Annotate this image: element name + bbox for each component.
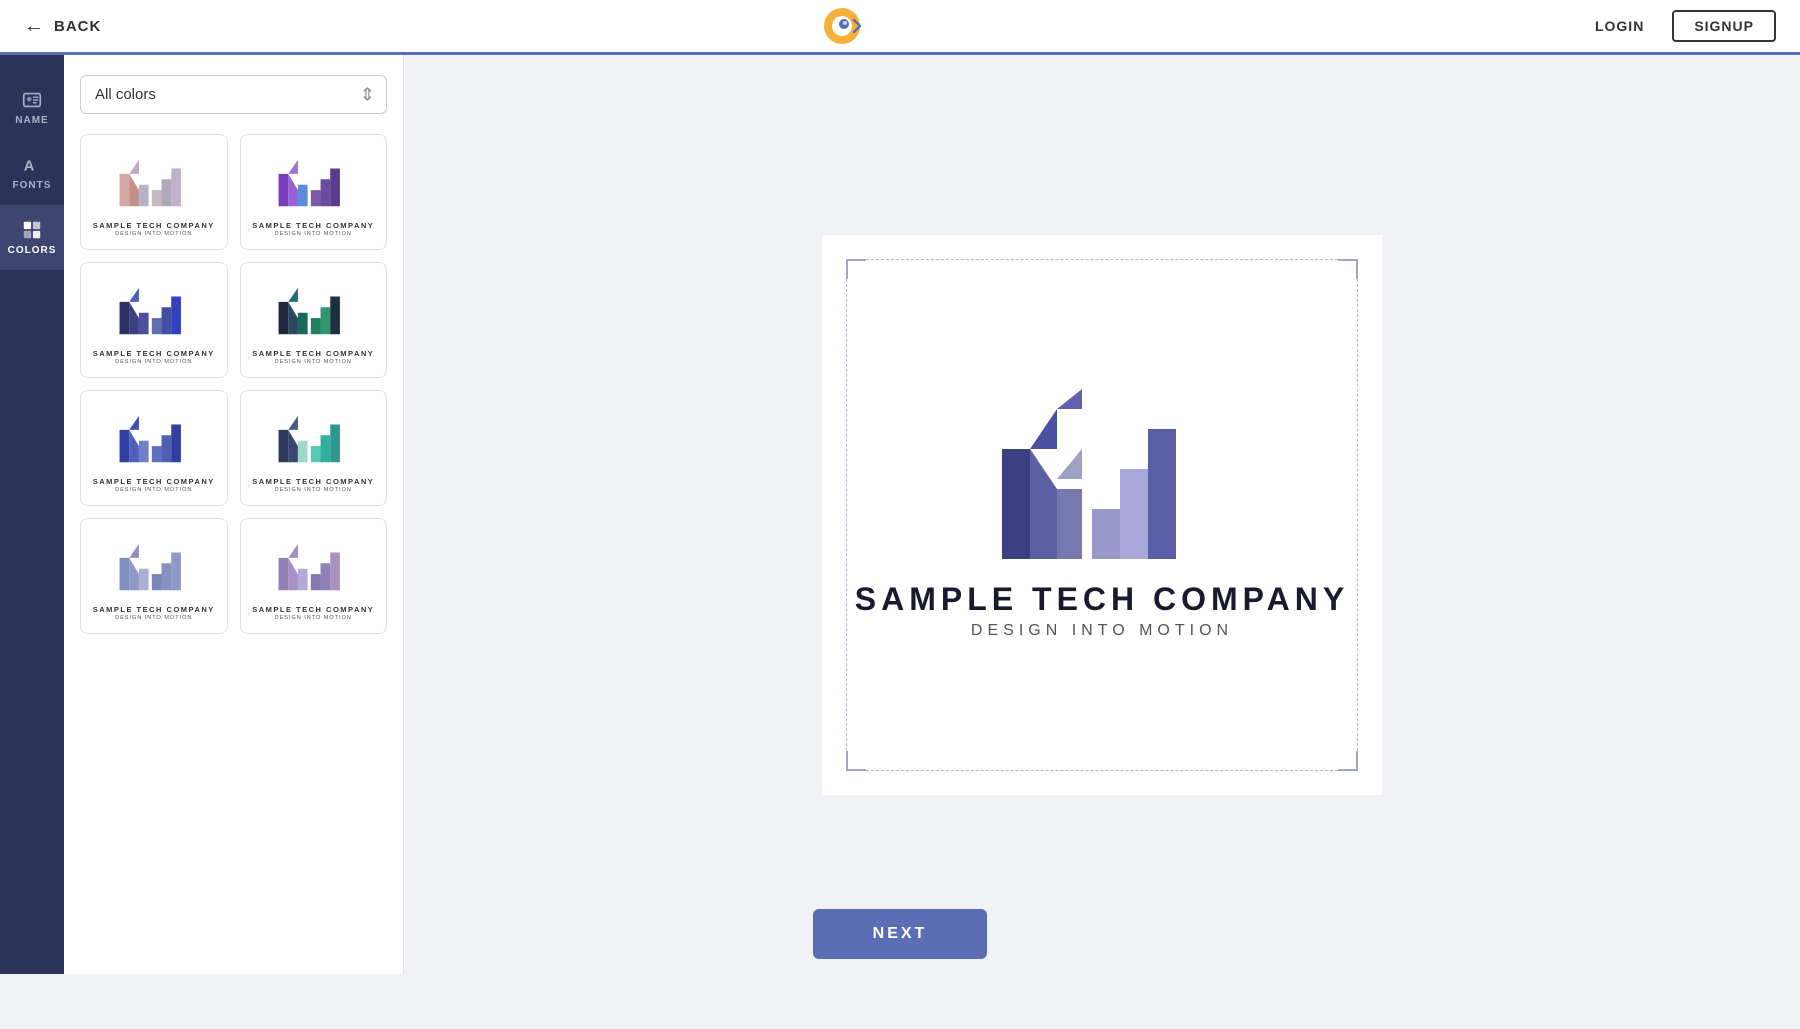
signup-button[interactable]: SIGNUP: [1672, 10, 1776, 42]
sidebar-fonts-label: FONTS: [13, 180, 52, 191]
logo-card-6[interactable]: SAMPLE TECH COMPANY DESIGN INTO MOTION: [240, 390, 388, 506]
logo-card-6-name: SAMPLE TECH COMPANY: [252, 477, 374, 486]
palette-icon: [21, 219, 43, 241]
logo-card-4-image: [258, 275, 368, 345]
preview-tagline: DESIGN INTO MOTION: [971, 622, 1233, 640]
sidebar-item-colors[interactable]: COLORS: [0, 205, 64, 270]
logo-card-6-tagline: DESIGN INTO MOTION: [275, 487, 352, 493]
logo-card-7-tagline: DESIGN INTO MOTION: [115, 615, 192, 621]
font-icon: A: [21, 154, 43, 176]
next-button[interactable]: NEXT: [813, 909, 988, 959]
logo-card-8-name: SAMPLE TECH COMPANY: [252, 605, 374, 614]
logo-card-5-tagline: DESIGN INTO MOTION: [115, 487, 192, 493]
logo-card-7-image: [99, 531, 209, 601]
top-nav: ← BACK LOGIN SIGNUP: [0, 0, 1800, 55]
login-button[interactable]: LOGIN: [1583, 12, 1656, 40]
sidebar: NAME A FONTS COLORS: [0, 55, 64, 974]
corner-tr: [1338, 259, 1358, 279]
logo-card-7[interactable]: SAMPLE TECH COMPANY DESIGN INTO MOTION: [80, 518, 228, 634]
logo-card-4-name: SAMPLE TECH COMPANY: [252, 349, 374, 358]
logo-card-4-tagline: DESIGN INTO MOTION: [275, 359, 352, 365]
logo-card-8-tagline: DESIGN INTO MOTION: [275, 615, 352, 621]
logo-card-2-image: [258, 147, 368, 217]
nav-logo: [820, 4, 864, 48]
mini-logo-5-svg: [99, 403, 209, 473]
preview-company-name: SAMPLE TECH COMPANY: [855, 581, 1349, 618]
mini-logo-6-svg: [258, 403, 368, 473]
logo-card-5-name: SAMPLE TECH COMPANY: [93, 477, 215, 486]
progress-bar: [0, 52, 1296, 55]
logo-card-1-tagline: DESIGN INTO MOTION: [115, 231, 192, 237]
sidebar-colors-label: COLORS: [8, 245, 57, 256]
logo-card-1[interactable]: SAMPLE TECH COMPANY DESIGN INTO MOTION: [80, 134, 228, 250]
preview-canvas: SAMPLE TECH COMPANY DESIGN INTO MOTION: [822, 235, 1382, 795]
logo-card-6-image: [258, 403, 368, 473]
mini-logo-3-svg: [99, 275, 209, 345]
logo-card-2-name: SAMPLE TECH COMPANY: [252, 221, 374, 230]
mini-logo-2-svg: [258, 147, 368, 217]
filter-wrapper: All colors Blues Purples Greens Reds Neu…: [80, 75, 387, 114]
logo-card-3[interactable]: SAMPLE TECH COMPANY DESIGN INTO MOTION: [80, 262, 228, 378]
preview-area: SAMPLE TECH COMPANY DESIGN INTO MOTION: [404, 55, 1800, 974]
app-logo-icon: [820, 4, 864, 48]
corner-bl: [846, 751, 866, 771]
logo-card-1-image: [99, 147, 209, 217]
color-filter-select[interactable]: All colors Blues Purples Greens Reds Neu…: [80, 75, 387, 114]
logo-card-3-name: SAMPLE TECH COMPANY: [93, 349, 215, 358]
sidebar-item-name[interactable]: NAME: [0, 75, 64, 140]
mini-logo-1-svg: [99, 147, 209, 217]
corner-br: [1338, 751, 1358, 771]
logo-card-4[interactable]: SAMPLE TECH COMPANY DESIGN INTO MOTION: [240, 262, 388, 378]
logo-card-5-image: [99, 403, 209, 473]
id-card-icon: [21, 89, 43, 111]
sidebar-item-fonts[interactable]: A FONTS: [0, 140, 64, 205]
mini-logo-8-svg: [258, 531, 368, 601]
back-label[interactable]: BACK: [54, 18, 101, 35]
color-panel: All colors Blues Purples Greens Reds Neu…: [64, 55, 404, 974]
nav-left: ← BACK: [24, 15, 101, 38]
mini-logo-4-svg: [258, 275, 368, 345]
logo-card-3-image: [99, 275, 209, 345]
mini-logo-7-svg: [99, 531, 209, 601]
logo-card-8[interactable]: SAMPLE TECH COMPANY DESIGN INTO MOTION: [240, 518, 388, 634]
logo-card-8-image: [258, 531, 368, 601]
logo-card-1-name: SAMPLE TECH COMPANY: [93, 221, 215, 230]
logo-grid: SAMPLE TECH COMPANY DESIGN INTO MOTION: [80, 134, 387, 634]
logo-card-2[interactable]: SAMPLE TECH COMPANY DESIGN INTO MOTION: [240, 134, 388, 250]
logo-card-5[interactable]: SAMPLE TECH COMPANY DESIGN INTO MOTION: [80, 390, 228, 506]
svg-text:A: A: [24, 159, 35, 175]
main-layout: NAME A FONTS COLORS All colors Blues Pur…: [0, 55, 1800, 974]
logo-card-3-tagline: DESIGN INTO MOTION: [115, 359, 192, 365]
sidebar-name-label: NAME: [15, 115, 48, 126]
logo-card-7-name: SAMPLE TECH COMPANY: [93, 605, 215, 614]
back-arrow-icon[interactable]: ←: [24, 15, 44, 38]
corner-tl: [846, 259, 866, 279]
nav-right: LOGIN SIGNUP: [1583, 10, 1776, 42]
logo-card-2-tagline: DESIGN INTO MOTION: [275, 231, 352, 237]
preview-logo-svg: [992, 389, 1212, 569]
